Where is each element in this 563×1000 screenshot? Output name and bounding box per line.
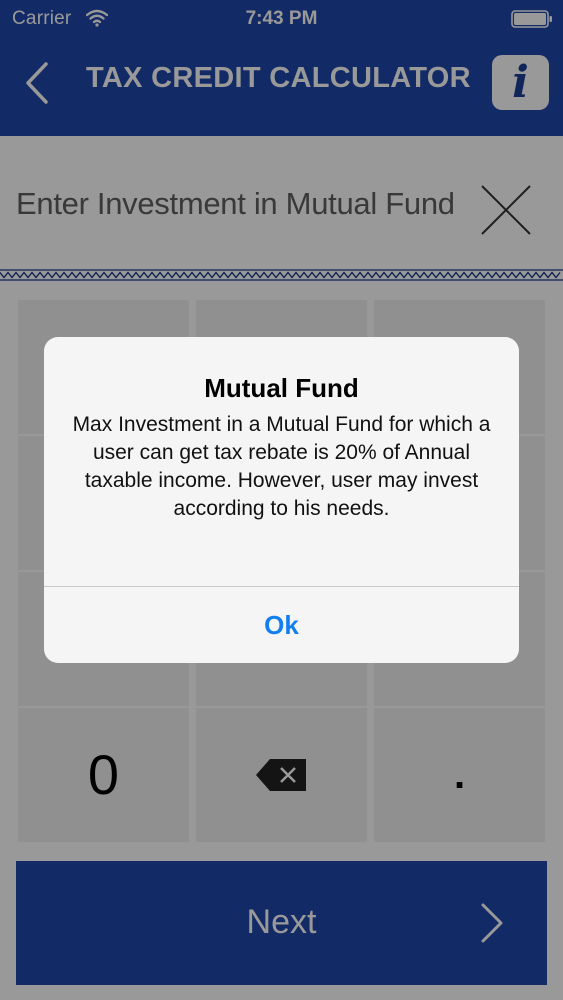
tax-credit-calculator-screen: Carrier 7:43 PM TAX CREDIT CALCULATOR i … xyxy=(0,0,563,1000)
alert-dialog: Mutual Fund Max Investment in a Mutual F… xyxy=(44,337,519,663)
ok-button[interactable]: Ok xyxy=(44,587,519,663)
alert-message: Max Investment in a Mutual Fund for whic… xyxy=(72,413,491,520)
alert-title: Mutual Fund xyxy=(204,373,359,403)
